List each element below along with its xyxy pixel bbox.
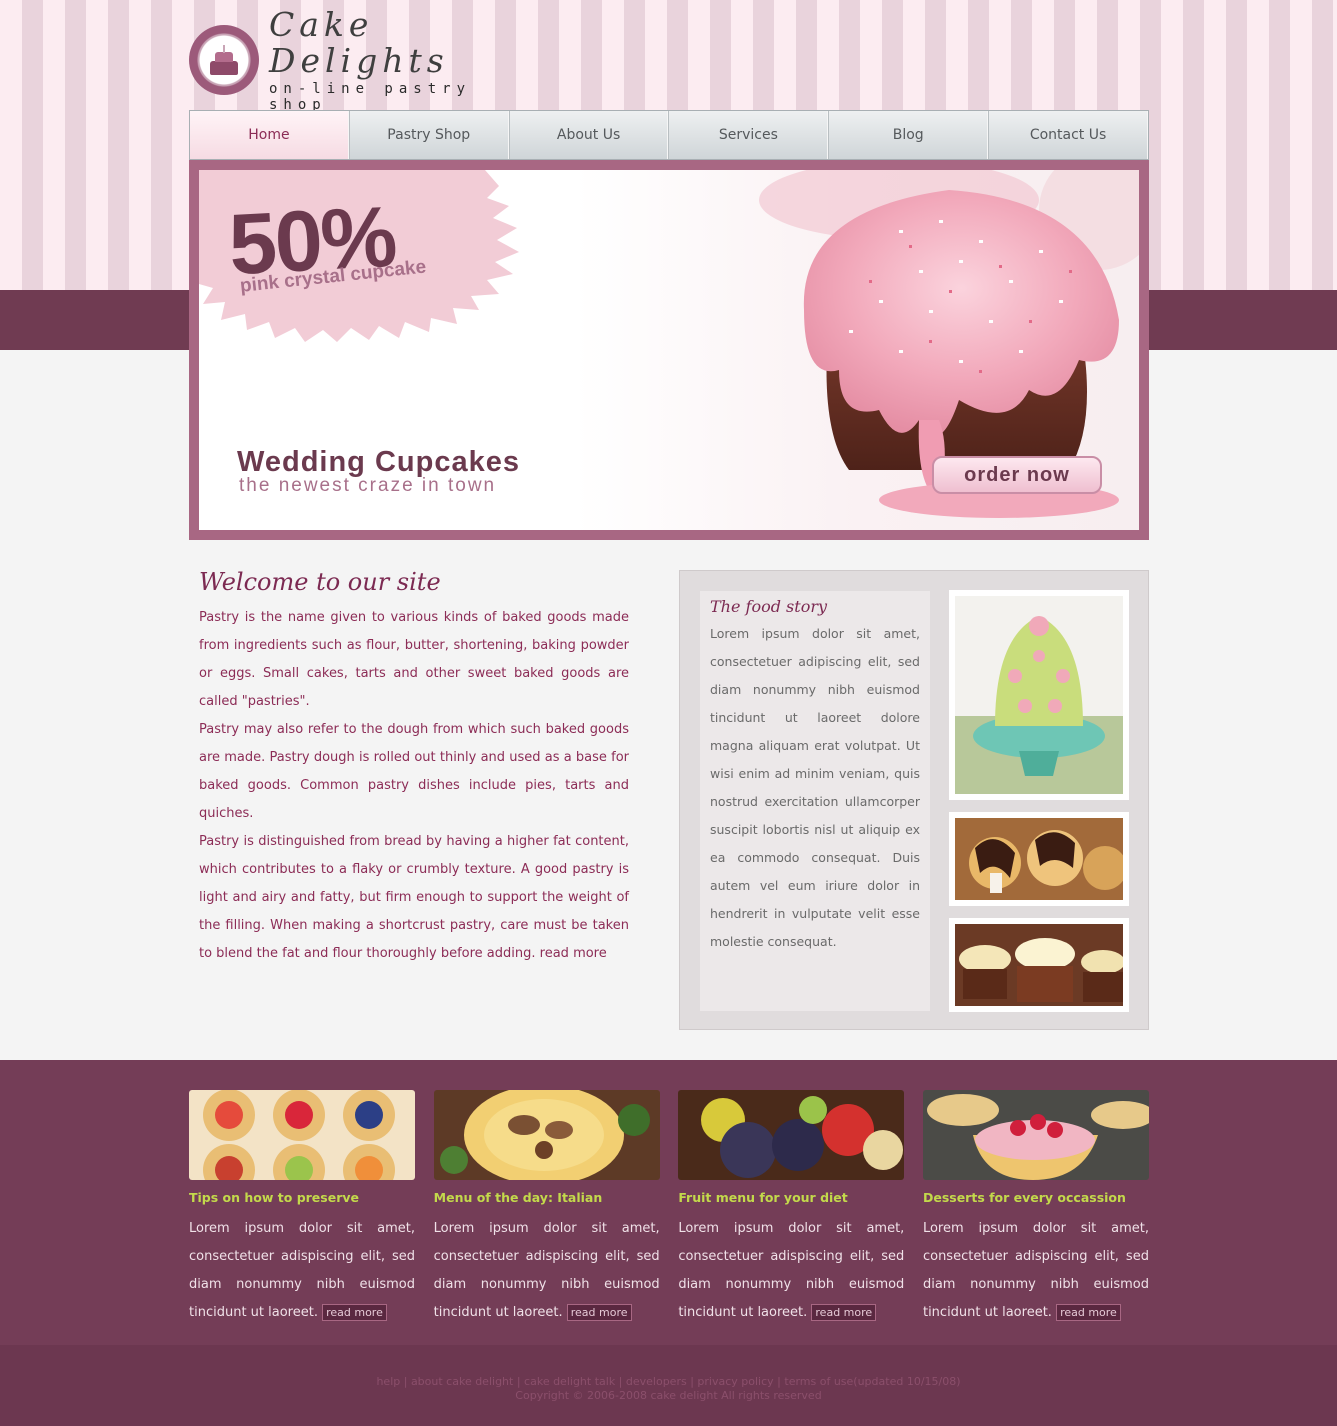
story-photo-profiteroles [949, 812, 1129, 906]
hero-banner-frame: 50% pink crystal cupcake Wedding Cupcake… [189, 160, 1149, 540]
nav-blog[interactable]: Blog [828, 111, 989, 159]
card-image-tarts[interactable] [189, 1090, 415, 1180]
card-read-more-button[interactable]: read more [322, 1304, 387, 1321]
card-image-dessert[interactable] [922, 1090, 1149, 1180]
feature-card: Desserts for every occassion Lorem ipsum… [922, 1090, 1149, 1327]
footer-link-about[interactable]: about cake delight [411, 1375, 513, 1388]
footer-link-developers[interactable]: developers [626, 1375, 687, 1388]
nav-pastry-shop[interactable]: Pastry Shop [348, 111, 509, 159]
card-read-more-button[interactable]: read more [1056, 1304, 1121, 1321]
nav-about-us[interactable]: About Us [508, 111, 669, 159]
site-title: Cake Delights [269, 5, 449, 80]
welcome-paragraph: Pastry is the name given to various kind… [199, 610, 629, 709]
nav-home[interactable]: Home [190, 111, 349, 159]
card-body: Lorem ipsum dolor sit amet, consectetuer… [678, 1215, 904, 1327]
nav-contact-us[interactable]: Contact Us [988, 111, 1148, 159]
feature-cards: Tips on how to preserve Lorem ipsum dolo… [189, 1090, 1149, 1327]
cake-logo-icon [189, 25, 259, 95]
feature-card: Fruit menu for your diet Lorem ipsum dol… [678, 1090, 905, 1327]
footer: help | about cake delight | cake delight… [0, 1375, 1337, 1403]
site-subtitle: on-line pastry shop [269, 81, 472, 113]
story-photo-cupcakes [949, 918, 1129, 1012]
card-body: Lorem ipsum dolor sit amet, consectetuer… [434, 1215, 660, 1327]
nav-services[interactable]: Services [668, 111, 829, 159]
footer-links-row: help | about cake delight | cake delight… [376, 1375, 961, 1388]
welcome-section: Welcome to our site Pastry is the name g… [199, 568, 629, 968]
footer-link-privacy[interactable]: privacy policy [697, 1375, 773, 1388]
card-title[interactable]: Fruit menu for your diet [678, 1190, 904, 1205]
footer-link-help[interactable]: help [376, 1375, 400, 1388]
card-body: Lorem ipsum dolor sit amet, consectetuer… [189, 1215, 415, 1327]
card-title[interactable]: Tips on how to preserve [189, 1190, 415, 1205]
card-title[interactable]: Desserts for every occassion [923, 1190, 1149, 1205]
card-image-italian[interactable] [433, 1090, 660, 1180]
welcome-paragraph: Pastry is distinguished from bread by ha… [199, 828, 629, 968]
food-story-text: The food story Lorem ipsum dolor sit ame… [700, 591, 930, 1011]
card-read-more-button[interactable]: read more [566, 1304, 632, 1321]
footer-link-terms[interactable]: terms of use(updated 10/15/08) [784, 1375, 960, 1388]
welcome-paragraph-text: Pastry is distinguished from bread by ha… [199, 834, 629, 961]
feature-card: Tips on how to preserve Lorem ipsum dolo… [189, 1090, 415, 1327]
card-title[interactable]: Menu of the day: Italian [434, 1190, 660, 1205]
card-read-more-button[interactable]: read more [811, 1304, 877, 1321]
footer-link-talk[interactable]: cake delight talk [524, 1375, 615, 1388]
food-story-body: Lorem ipsum dolor sit amet, consectetuer… [710, 626, 920, 949]
banner-subtitle: the newest craze in town [239, 475, 497, 496]
welcome-paragraph: Pastry may also refer to the dough from … [199, 722, 629, 821]
card-body: Lorem ipsum dolor sit amet, consectetuer… [923, 1215, 1149, 1327]
welcome-read-more-link[interactable]: read more [540, 946, 607, 961]
footer-copyright: Copyright © 2006-2008 cake delight All r… [515, 1389, 822, 1402]
hero-banner: 50% pink crystal cupcake Wedding Cupcake… [199, 170, 1139, 530]
main-nav: Home Pastry Shop About Us Services Blog … [189, 110, 1149, 160]
story-photo-cake [949, 590, 1129, 800]
welcome-heading: Welcome to our site [199, 568, 441, 596]
feature-card: Menu of the day: Italian Lorem ipsum dol… [433, 1090, 660, 1327]
card-image-fruit[interactable] [678, 1090, 905, 1180]
food-story-box: The food story Lorem ipsum dolor sit ame… [679, 570, 1149, 1030]
food-story-heading: The food story [710, 597, 828, 616]
order-now-button[interactable]: order now [932, 456, 1102, 494]
site-logo[interactable]: Cake Delights on-line pastry shop [189, 7, 529, 113]
